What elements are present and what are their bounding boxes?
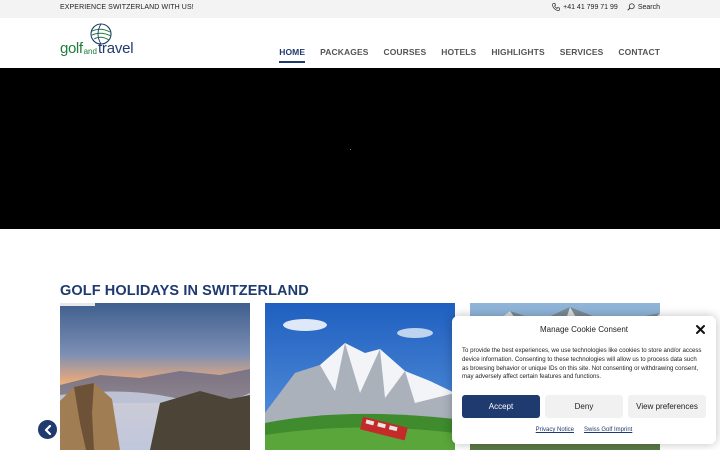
chevron-left-icon (44, 424, 51, 435)
cookie-links: Privacy Notice Swiss Golf Imprint (452, 427, 716, 433)
nav-highlights[interactable]: HIGHLIGHTS (491, 47, 544, 57)
search-label: Search (637, 3, 660, 11)
logo-wordmark: golfandtravel (60, 40, 134, 58)
deny-button[interactable]: Deny (545, 395, 623, 418)
package-card-2[interactable] (265, 303, 455, 450)
nav-services[interactable]: SERVICES (560, 47, 604, 57)
top-bar: EXPERIENCE SWITZERLAND WITH US! +41 41 7… (0, 0, 720, 18)
view-preferences-button[interactable]: View preferences (628, 395, 706, 418)
phone-number: +41 41 799 71 99 (563, 3, 618, 11)
close-icon[interactable] (695, 324, 706, 335)
tagline: EXPERIENCE SWITZERLAND WITH US! (60, 4, 194, 11)
cookie-text: To provide the best experiences, we use … (462, 347, 702, 381)
logo-and: and (83, 47, 97, 56)
section-title: GOLF HOLIDAYS IN SWITZERLAND (60, 283, 309, 299)
card-image-jungfrau-train (265, 303, 455, 450)
nav-courses[interactable]: COURSES (383, 47, 426, 57)
phone-link[interactable]: +41 41 799 71 99 (552, 3, 618, 11)
package-card-1[interactable] (60, 303, 250, 450)
imprint-link[interactable]: Swiss Golf Imprint (584, 427, 632, 433)
nav-home[interactable]: HOME (279, 47, 306, 63)
carousel-prev-button[interactable] (38, 420, 57, 439)
main-nav: HOME PACKAGES COURSES HOTELS HIGHLIGHTS … (279, 47, 660, 63)
nav-contact[interactable]: CONTACT (618, 47, 660, 57)
nav-hotels[interactable]: HOTELS (441, 47, 476, 57)
site-header: golfandtravel HOME PACKAGES COURSES HOTE… (0, 18, 720, 68)
privacy-notice-link[interactable]: Privacy Notice (536, 427, 574, 433)
search-link[interactable]: Search (627, 3, 660, 11)
logo-travel: travel (97, 40, 134, 57)
cookie-title: Manage Cookie Consent (539, 325, 629, 334)
search-icon (627, 3, 635, 11)
hero-video[interactable] (0, 68, 720, 229)
cookie-buttons: Accept Deny View preferences (462, 395, 706, 418)
accept-button[interactable]: Accept (462, 395, 540, 418)
logo[interactable]: golfandtravel (60, 23, 152, 61)
logo-golf: golf (60, 40, 83, 57)
top-bar-right: +41 41 799 71 99 Search (552, 3, 660, 11)
nav-packages[interactable]: PACKAGES (320, 47, 368, 57)
phone-icon (552, 3, 560, 11)
video-loader-dot (350, 149, 351, 150)
card-image-sunset-cliffs (60, 303, 250, 450)
cookie-consent-dialog: Manage Cookie Consent To provide the bes… (452, 316, 716, 444)
